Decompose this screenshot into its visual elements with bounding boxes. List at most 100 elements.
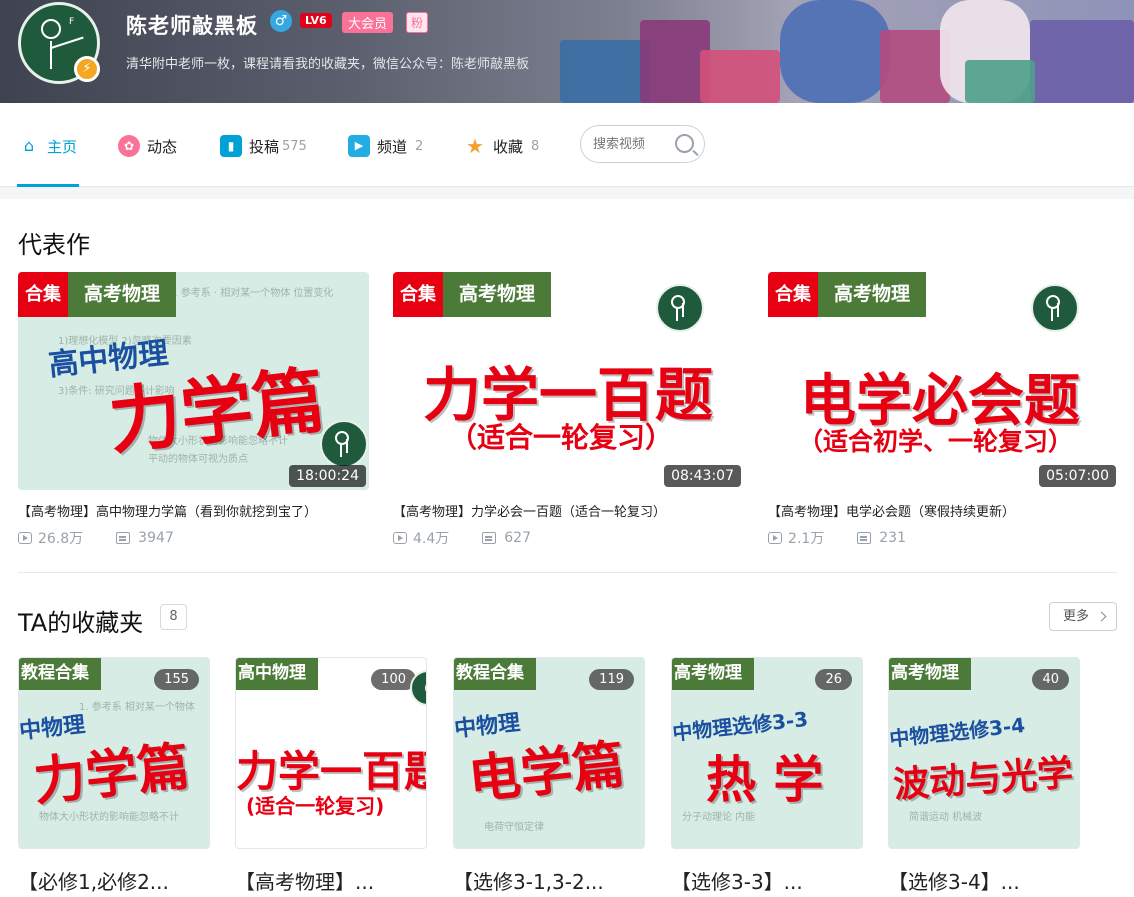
cover-tag: 合集 高考物理 [768, 272, 927, 317]
folder-count-badge: 155 [154, 669, 199, 690]
tab-dynamic[interactable]: ✿ 动态 [118, 134, 177, 158]
folder-title[interactable]: 【高考物理】... [235, 866, 427, 895]
avatar-figure: F [69, 17, 75, 27]
video-stats: 4.4万 627 [393, 528, 744, 548]
favorite-icon: ★ [466, 134, 484, 158]
cover-title: 热 学 [706, 751, 824, 809]
tab-count: 575 [282, 138, 307, 154]
verified-icon: ⚡ [74, 56, 100, 82]
folder-title[interactable]: 【选修3-3】... [671, 866, 863, 895]
video-title[interactable]: 【高考物理】力学必会一百题（适合一轮复习） [393, 501, 744, 520]
view-count: 26.8万 [38, 531, 84, 547]
cover-subtitle: 中物理选修3-4 [888, 712, 1027, 752]
profile-nav: ⌂ 主页 ✿ 动态 ▮ 投稿 575 ▶ 频道 2 ★ 收藏 8 [0, 103, 1134, 187]
collection-tag: 合集 [393, 272, 443, 317]
cover-subtitle: （适合初学、一轮复习） [798, 427, 1074, 456]
video-duration: 05:07:00 [1039, 465, 1116, 487]
folder-title[interactable]: 【选修3-1,3-2... [453, 866, 645, 895]
favorite-folder[interactable]: 电荷守恒定律 教程合集 119 中物理 电学篇 【选修3-1,3-2... [453, 657, 645, 895]
dynamic-icon: ✿ [118, 135, 140, 157]
channel-logo-icon [1031, 284, 1079, 332]
favorite-folder[interactable]: 简谐运动 机械波 高考物理 40 中物理选修3-4 波动与光学 【选修3-4】.… [888, 657, 1080, 895]
tab-home[interactable]: ⌂ 主页 [18, 134, 77, 158]
featured-video-card[interactable]: 合集 高考物理 力学一百题 （适合一轮复习） 08:43:07 【高考物理】力学… [393, 272, 744, 548]
chevron-right-icon [1096, 611, 1107, 622]
tab-uploads[interactable]: ▮ 投稿 575 [220, 134, 307, 158]
folder-tag: 高考物理 [889, 658, 971, 690]
folder-cover[interactable]: 简谐运动 机械波 高考物理 40 中物理选修3-4 波动与光学 [888, 657, 1080, 849]
video-title[interactable]: 【高考物理】高中物理力学篇（看到你就挖到宝了） [18, 501, 369, 520]
folder-cover[interactable]: 1. 参考系 相对某一个物体 物体大小形状的影响能忽略不计 教程合集 155 中… [18, 657, 210, 849]
folder-cover[interactable]: 高中物理 100 力学一百题 (适合一轮复习) [235, 657, 427, 849]
featured-video-card[interactable]: 合集 高考物理 电学必会题 （适合初学、一轮复习） 05:07:00 【高考物理… [768, 272, 1119, 548]
username: 陈老师敲黑板 [126, 14, 258, 38]
search-box[interactable] [580, 125, 705, 163]
collection-tag: 合集 [768, 272, 818, 317]
search-input[interactable] [593, 135, 675, 153]
cover-tag: 合集 高考物理 [18, 272, 177, 317]
avatar-figure [50, 41, 52, 69]
video-title[interactable]: 【高考物理】电学必会题（寒假持续更新） [768, 501, 1119, 520]
danmaku-icon [116, 532, 131, 544]
tab-count: 8 [531, 138, 540, 154]
folder-count-badge: 26 [815, 669, 852, 690]
search-icon[interactable] [675, 134, 694, 153]
favorite-folder[interactable]: 高中物理 100 力学一百题 (适合一轮复习) 【高考物理】... [235, 657, 427, 895]
tab-label: 频道 [377, 137, 408, 156]
tab-favorites[interactable]: ★ 收藏 8 [464, 134, 539, 158]
folder-count-badge: 40 [1032, 669, 1069, 690]
profile-banner: F ⚡ 陈老师敲黑板 ♂ LV6 大会员 粉 清华附中老师一枚，课程请看我的收藏… [0, 0, 1134, 103]
view-count: 2.1万 [788, 531, 825, 547]
section-divider [18, 572, 1117, 573]
banner-decoration [780, 0, 890, 103]
danmaku-count: 627 [504, 530, 531, 546]
subject-tag: 高考物理 [443, 272, 552, 317]
tab-channel[interactable]: ▶ 频道 2 [348, 134, 423, 158]
cover-subtitle: (适合一轮复习) [246, 794, 385, 818]
subject-tag: 高考物理 [68, 272, 177, 317]
favorites-count: 8 [160, 604, 187, 630]
video-cover[interactable]: 合集 高考物理 电学必会题 （适合初学、一轮复习） 05:07:00 [768, 272, 1119, 490]
cover-title: 力学篇 [104, 357, 329, 465]
video-cover[interactable]: 1. 参考系 · 相对某一个物体 位置变化 1)理想化模型 2)忽略次要因素 3… [18, 272, 369, 490]
folder-title[interactable]: 【必修1,必修2... [18, 866, 210, 895]
favorites-section-title: TA的收藏夹 [18, 609, 144, 637]
tab-count: 2 [415, 138, 424, 154]
folder-cover[interactable]: 分子动理论 内能 高考物理 26 中物理选修3-3 热 学 [671, 657, 863, 849]
banner-decoration [560, 40, 650, 103]
channel-logo-icon [656, 284, 704, 332]
gender-male-icon: ♂ [270, 10, 292, 32]
folder-tag: 教程合集 [454, 658, 536, 690]
avatar-figure [50, 36, 84, 49]
danmaku-count: 3947 [138, 530, 174, 546]
fan-badge[interactable]: 粉 [406, 12, 429, 33]
cover-title: 力学篇 [30, 736, 193, 813]
favorite-folder[interactable]: 分子动理论 内能 高考物理 26 中物理选修3-3 热 学 【选修3-3】... [671, 657, 863, 895]
tab-label: 投稿 [249, 137, 280, 156]
folder-title[interactable]: 【选修3-4】... [888, 866, 1080, 895]
upload-icon: ▮ [220, 135, 242, 157]
folder-cover[interactable]: 电荷守恒定律 教程合集 119 中物理 电学篇 [453, 657, 645, 849]
video-duration: 08:43:07 [664, 465, 741, 487]
folder-tag: 高考物理 [672, 658, 754, 690]
home-icon: ⌂ [23, 136, 35, 155]
level-badge[interactable]: LV6 [300, 13, 332, 28]
banner-decoration [700, 50, 780, 103]
danmaku-icon [857, 532, 872, 544]
play-count-icon [393, 532, 407, 544]
view-count: 4.4万 [413, 531, 450, 547]
cover-tag: 合集 高考物理 [393, 272, 552, 317]
more-button[interactable]: 更多 [1049, 602, 1117, 631]
collection-tag: 合集 [18, 272, 68, 317]
favorite-folder[interactable]: 1. 参考系 相对某一个物体 物体大小形状的影响能忽略不计 教程合集 155 中… [18, 657, 210, 895]
featured-section-title: 代表作 [18, 231, 90, 259]
tab-label: 主页 [47, 137, 78, 156]
video-stats: 2.1万 231 [768, 528, 1119, 548]
vip-badge[interactable]: 大会员 [342, 12, 394, 33]
video-cover[interactable]: 合集 高考物理 力学一百题 （适合一轮复习） 08:43:07 [393, 272, 744, 490]
folder-tag: 高中物理 [236, 658, 318, 690]
subject-tag: 高考物理 [818, 272, 927, 317]
play-count-icon [18, 532, 32, 544]
featured-video-card[interactable]: 1. 参考系 · 相对某一个物体 位置变化 1)理想化模型 2)忽略次要因素 3… [18, 272, 369, 548]
video-duration: 18:00:24 [289, 465, 366, 487]
